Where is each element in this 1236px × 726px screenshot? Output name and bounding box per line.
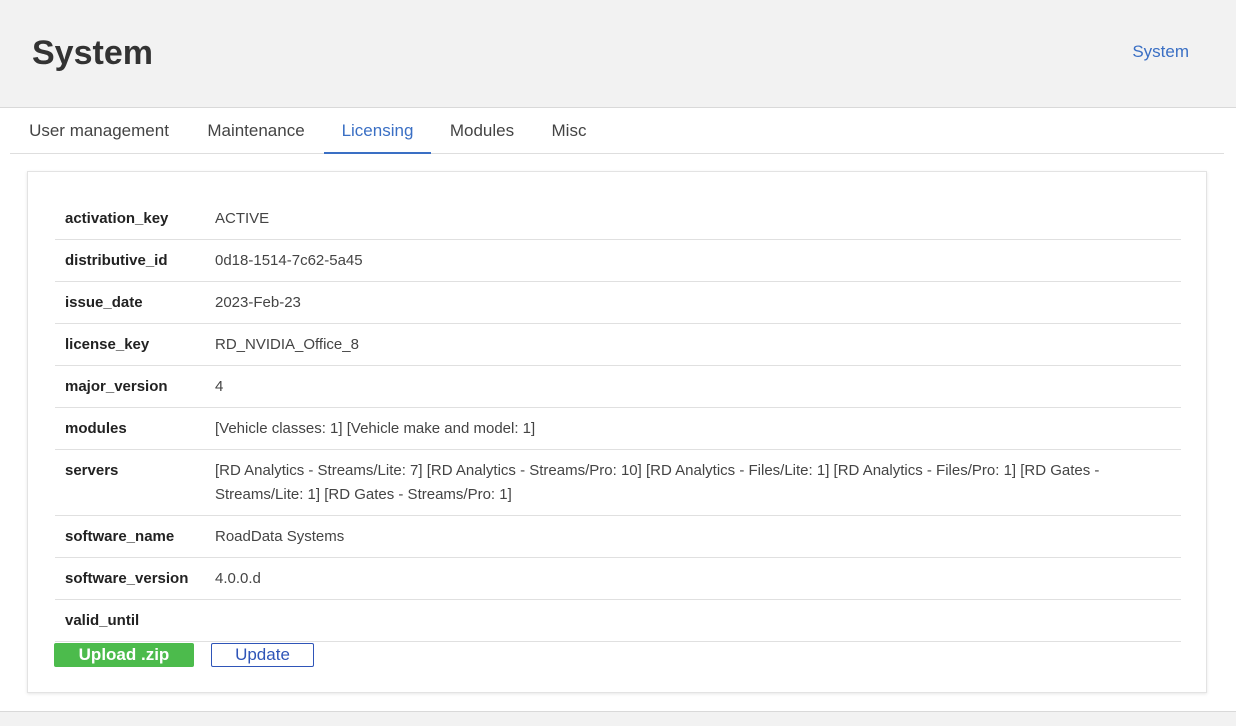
tab-bar: User management Maintenance Licensing Mo… [10,108,1224,154]
breadcrumb-system-link[interactable]: System [1132,42,1189,62]
row-key: software_name [55,515,205,558]
row-key: valid_until [55,599,205,642]
tab-misc[interactable]: Misc [540,108,598,153]
row-value: RD_NVIDIA_Office_8 [205,323,1181,366]
license-card: activation_key ACTIVE distributive_id 0d… [27,171,1207,693]
row-value: [Vehicle classes: 1] [Vehicle make and m… [205,407,1181,450]
page-header: System System [0,0,1236,108]
table-row: servers [RD Analytics - Streams/Lite: 7]… [55,449,1181,516]
table-row: license_key RD_NVIDIA_Office_8 [55,323,1181,366]
tab-modules[interactable]: Modules [442,108,522,153]
tab-maintenance[interactable]: Maintenance [200,108,312,153]
table-row: modules [Vehicle classes: 1] [Vehicle ma… [55,407,1181,450]
row-key: major_version [55,365,205,408]
update-button[interactable]: Update [211,643,314,667]
page-title: System [32,34,153,72]
row-key: modules [55,407,205,450]
row-value: ACTIVE [205,198,1181,240]
footer-bar [0,711,1236,726]
upload-zip-button[interactable]: Upload .zip [54,643,194,667]
row-value [205,599,1181,642]
row-value: 0d18-1514-7c62-5a45 [205,239,1181,282]
row-value: [RD Analytics - Streams/Lite: 7] [RD Ana… [205,449,1181,516]
row-key: distributive_id [55,239,205,282]
table-row: software_name RoadData Systems [55,515,1181,558]
row-value: 4 [205,365,1181,408]
row-value: RoadData Systems [205,515,1181,558]
table-row: distributive_id 0d18-1514-7c62-5a45 [55,239,1181,282]
row-key: license_key [55,323,205,366]
row-key: software_version [55,557,205,600]
row-value: 2023-Feb-23 [205,281,1181,324]
row-key: servers [55,449,205,516]
table-row: software_version 4.0.0.d [55,557,1181,600]
tab-licensing[interactable]: Licensing [324,108,431,154]
row-key: activation_key [55,198,205,240]
table-row: major_version 4 [55,365,1181,408]
license-table: activation_key ACTIVE distributive_id 0d… [55,198,1181,642]
row-key: issue_date [55,281,205,324]
table-row: activation_key ACTIVE [55,198,1181,240]
row-value: 4.0.0.d [205,557,1181,600]
table-row: valid_until [55,599,1181,642]
table-row: issue_date 2023-Feb-23 [55,281,1181,324]
tab-user-management[interactable]: User management [28,108,170,153]
